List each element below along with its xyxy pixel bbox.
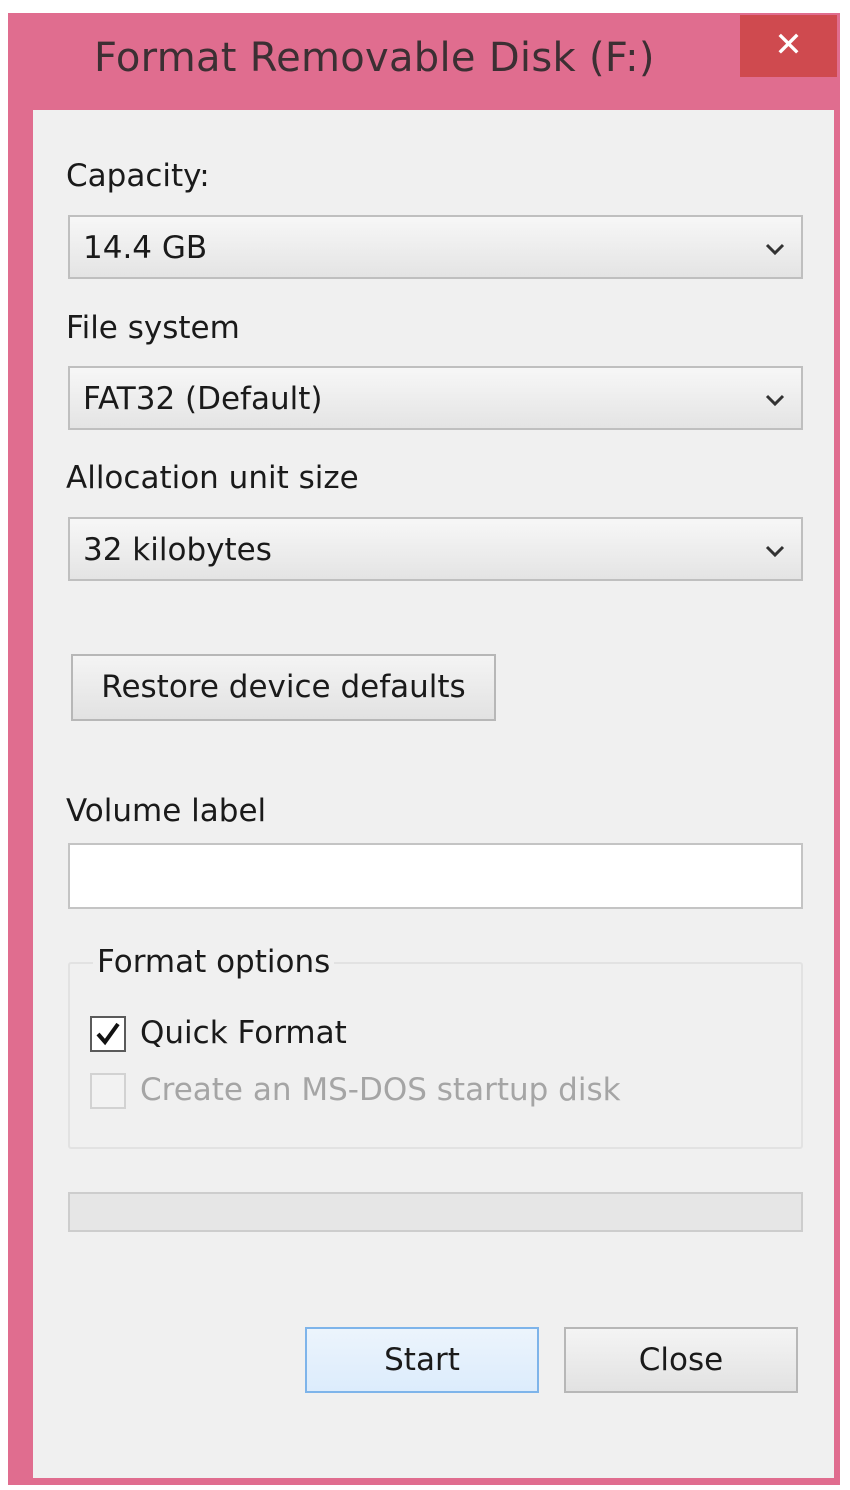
format-dialog-window: Format Removable Disk (F:) ✕ Capacity: 1…: [8, 13, 840, 1485]
quick-format-checkbox[interactable]: [90, 1016, 126, 1052]
file-system-label: File system: [66, 310, 240, 346]
format-options-title: Format options: [93, 944, 335, 980]
close-icon: ✕: [774, 25, 803, 65]
close-window-button[interactable]: ✕: [740, 15, 837, 77]
checkmark-icon: [96, 1022, 120, 1046]
msdos-startup-checkbox: [90, 1073, 126, 1109]
allocation-unit-size-value: 32 kilobytes: [83, 532, 272, 568]
chevron-down-icon: [765, 394, 785, 407]
quick-format-label: Quick Format: [140, 1015, 347, 1051]
capacity-value: 14.4 GB: [83, 230, 208, 266]
volume-label-label: Volume label: [66, 793, 267, 829]
chevron-down-icon: [765, 243, 785, 256]
allocation-unit-size-dropdown[interactable]: 32 kilobytes: [68, 517, 803, 581]
file-system-value: FAT32 (Default): [83, 381, 323, 417]
title-bar[interactable]: Format Removable Disk (F:) ✕: [8, 13, 840, 110]
volume-label-input[interactable]: [68, 843, 803, 909]
restore-device-defaults-button[interactable]: Restore device defaults: [71, 654, 496, 721]
allocation-unit-size-label: Allocation unit size: [66, 460, 359, 496]
close-button[interactable]: Close: [564, 1327, 798, 1393]
window-title: Format Removable Disk (F:): [94, 35, 655, 81]
format-progress-bar: [68, 1192, 803, 1232]
capacity-dropdown[interactable]: 14.4 GB: [68, 215, 803, 279]
capacity-label: Capacity:: [66, 158, 210, 194]
file-system-dropdown[interactable]: FAT32 (Default): [68, 366, 803, 430]
chevron-down-icon: [765, 545, 785, 558]
msdos-startup-label: Create an MS-DOS startup disk: [140, 1072, 621, 1108]
start-button[interactable]: Start: [305, 1327, 539, 1393]
dialog-body: Capacity: 14.4 GB File system FAT32 (Def…: [33, 110, 834, 1478]
format-options-group: [68, 962, 803, 1149]
